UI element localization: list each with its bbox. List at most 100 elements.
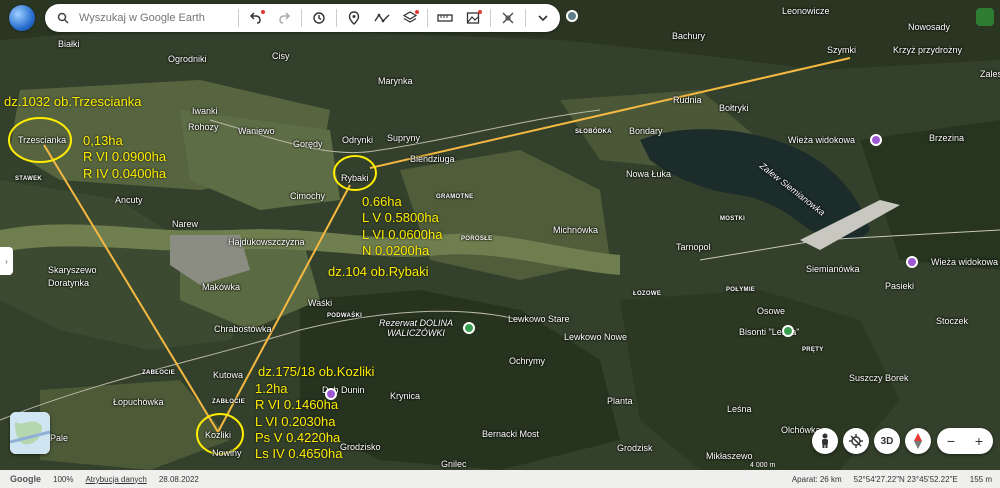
place-label: Bieńdziuga	[410, 154, 455, 164]
side-panel-toggle[interactable]: ›	[0, 247, 13, 275]
add-path-button[interactable]	[368, 4, 396, 32]
3d-toggle-button[interactable]: 3D	[874, 428, 900, 454]
zoom-in-button[interactable]: +	[975, 433, 983, 449]
place-label: Gorędy	[293, 139, 323, 149]
compass-button[interactable]	[905, 428, 931, 454]
place-label: Suprуny	[387, 133, 421, 143]
data-attribution-link[interactable]: Atrybucja danych	[85, 475, 146, 484]
undo-indicator	[261, 10, 265, 14]
place-label: Leonowicze	[782, 6, 830, 16]
undo-button[interactable]	[242, 4, 270, 32]
place-label: Suszczy Borek	[849, 373, 909, 383]
google-brand: Google	[10, 474, 41, 484]
toolbar-divider	[490, 9, 491, 27]
location-button[interactable]	[843, 428, 869, 454]
add-placemark-button[interactable]	[340, 4, 368, 32]
image-button[interactable]	[459, 4, 487, 32]
annotation-kozliki-details: 1.2ha R VI 0.1460ha L VI 0.2030ha Ps V 0…	[255, 381, 343, 461]
place-label: ZABŁOCIE	[142, 370, 176, 376]
measure-button[interactable]	[431, 4, 459, 32]
place-label: Ochrymy	[509, 356, 545, 366]
place-label: Waniewo	[238, 126, 275, 136]
search-input[interactable]	[77, 11, 231, 25]
more-button[interactable]	[529, 4, 557, 32]
layers-indicator	[415, 10, 419, 14]
path-icon	[374, 13, 390, 23]
elevation: 155 m	[969, 474, 992, 484]
zoom-out-button[interactable]: −	[947, 433, 955, 449]
place-label: Bołtryki	[719, 103, 749, 113]
place-label: Gnilec	[441, 459, 467, 469]
history-icon	[313, 12, 325, 24]
chevron-down-icon	[538, 15, 548, 22]
place-label: Zales	[980, 69, 1000, 79]
place-label: Nowiny	[212, 448, 242, 458]
project-icon	[502, 12, 514, 24]
place-label: Tarnopol	[676, 242, 711, 252]
redo-icon	[279, 12, 291, 24]
nature-reserve-pin-icon[interactable]	[463, 322, 475, 334]
place-label: Kutowa	[213, 370, 244, 380]
satellite-map[interactable]: Białki Ogrodniki Cisy Marynka Iwanki Rohozy Wa…	[0, 0, 1000, 488]
cross-pin-icon[interactable]	[566, 10, 578, 22]
image-indicator	[478, 10, 482, 14]
route-lines	[8, 57, 851, 455]
pegman-icon	[822, 433, 828, 448]
place-label: Wieża widokowa	[931, 257, 999, 267]
viewpoint-tower-pin-icon[interactable]	[906, 256, 918, 268]
place-label: Łopuchówka	[113, 397, 164, 407]
place-label: SŁOBÓDKA	[575, 129, 612, 135]
place-label: Ogrodniki	[168, 54, 207, 64]
account-avatar[interactable]	[976, 8, 994, 26]
placemark-icon	[348, 11, 360, 25]
annotation-trzescianka-title: dz.1032 ob.Trzescianka	[4, 94, 142, 109]
place-label: STAWEK	[15, 176, 43, 182]
place-label: Bernacki Most	[482, 429, 540, 439]
zoom-controls: − +	[937, 428, 993, 454]
chevron-right-icon: ›	[5, 256, 8, 266]
map-style-button[interactable]	[10, 412, 50, 454]
redo-button[interactable]	[270, 4, 298, 32]
place-label: Rohozy	[188, 122, 219, 132]
viewpoint-tower-pin-icon[interactable]	[870, 134, 882, 146]
place-label: Doratynka	[48, 278, 90, 288]
place-label: Makówka	[202, 282, 241, 292]
bison-pin-icon[interactable]	[782, 325, 794, 337]
place-label: Grodzisko	[340, 442, 381, 452]
ruler-icon	[437, 14, 453, 22]
imagery-date: 28.08.2022	[158, 474, 199, 484]
place-label: Skaryszewo	[48, 265, 97, 275]
search-box[interactable]	[45, 4, 235, 32]
place-label: Planta	[607, 396, 633, 406]
place-label: Nowa Łuka	[626, 169, 672, 179]
history-button[interactable]	[305, 4, 333, 32]
toolbar-divider	[427, 9, 428, 27]
place-label: Nowosady	[908, 22, 951, 32]
layers-button[interactable]	[396, 4, 424, 32]
village-label-trzescianka[interactable]: Trzescianka	[18, 136, 66, 145]
place-label: Brzezina	[929, 133, 965, 143]
toolbar-divider	[301, 9, 302, 27]
village-label-rybaki[interactable]: Rybaki	[341, 174, 369, 183]
village-label-kozliki[interactable]: Kozliki	[205, 431, 231, 440]
compass-icon	[914, 433, 922, 449]
projects-button[interactable]	[494, 4, 522, 32]
google-earth-logo-icon[interactable]	[9, 5, 35, 31]
place-label: Białki	[58, 39, 80, 49]
place-label: Mikłaszewo	[706, 451, 753, 461]
toolbar-divider	[238, 9, 239, 27]
toolbar-divider	[525, 9, 526, 27]
scale-label: 4 000 m	[750, 462, 776, 469]
place-label: Marynka	[378, 76, 413, 86]
search-icon	[57, 12, 69, 24]
map-thumbnail-icon	[10, 412, 50, 454]
coordinates: 52°54'27.22"N 23°45'52.22"E	[853, 474, 958, 484]
street-view-button[interactable]	[812, 428, 838, 454]
place-label: PRĘTY	[802, 347, 824, 353]
place-label: Cimochy	[290, 191, 326, 201]
place-label: Osowe	[757, 306, 786, 316]
place-label: Michnówka	[553, 225, 599, 235]
place-label: Waśki	[308, 298, 333, 308]
annotation-rybaki-details: 0.66ha L V 0.5800ha L VI 0.0600ha N 0.02…	[362, 194, 443, 258]
place-label: ZABŁOCIE	[212, 399, 246, 405]
